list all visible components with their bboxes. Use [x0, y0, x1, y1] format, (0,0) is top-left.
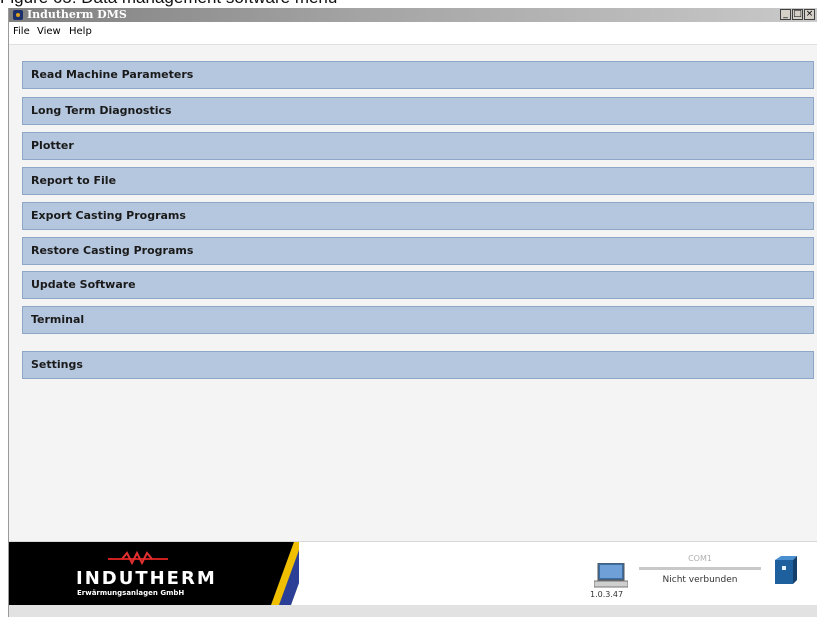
computer-icon [594, 563, 628, 588]
app-window: Indutherm DMS _ □ × File View Help Read … [8, 8, 817, 617]
close-button[interactable]: × [804, 9, 815, 20]
terminal-button[interactable]: Terminal [22, 306, 814, 334]
device-icon [775, 556, 797, 584]
menu-view[interactable]: View [37, 22, 61, 42]
status-bar [9, 605, 817, 617]
plotter-button[interactable]: Plotter [22, 132, 814, 160]
figure-caption: Figure 65: Data management software menu [0, 0, 600, 8]
logo-name: INDUTHERM [76, 568, 217, 589]
menu-bar: File View Help [9, 22, 817, 45]
main-menu-panel: Read Machine Parameters Long Term Diagno… [9, 45, 817, 545]
connection-status: Nicht verbunden [662, 575, 738, 585]
minimize-button[interactable]: _ [780, 9, 791, 20]
maximize-button[interactable]: □ [792, 9, 803, 20]
window-title: Indutherm DMS [27, 8, 127, 21]
read-machine-parameters-button[interactable]: Read Machine Parameters [22, 61, 814, 89]
port-label: COM1 [688, 554, 712, 563]
long-term-diagnostics-button[interactable]: Long Term Diagnostics [22, 97, 814, 125]
export-casting-programs-button[interactable]: Export Casting Programs [22, 202, 814, 230]
menu-file[interactable]: File [13, 22, 30, 42]
logo-wave-icon [108, 551, 168, 565]
restore-casting-programs-button[interactable]: Restore Casting Programs [22, 237, 814, 265]
update-software-button[interactable]: Update Software [22, 271, 814, 299]
company-logo: INDUTHERM Erwärmungsanlagen GmbH [9, 542, 299, 605]
menu-help[interactable]: Help [69, 22, 92, 42]
app-icon [13, 10, 23, 20]
settings-button[interactable]: Settings [22, 351, 814, 379]
logo-subtitle: Erwärmungsanlagen GmbH [77, 589, 185, 597]
title-bar[interactable]: Indutherm DMS _ □ × [9, 8, 817, 22]
footer-status-panel: INDUTHERM Erwärmungsanlagen GmbH 1.0.3.4… [9, 541, 817, 605]
report-to-file-button[interactable]: Report to File [22, 167, 814, 195]
connection-line [639, 567, 761, 570]
version-label: 1.0.3.47 [590, 590, 624, 599]
